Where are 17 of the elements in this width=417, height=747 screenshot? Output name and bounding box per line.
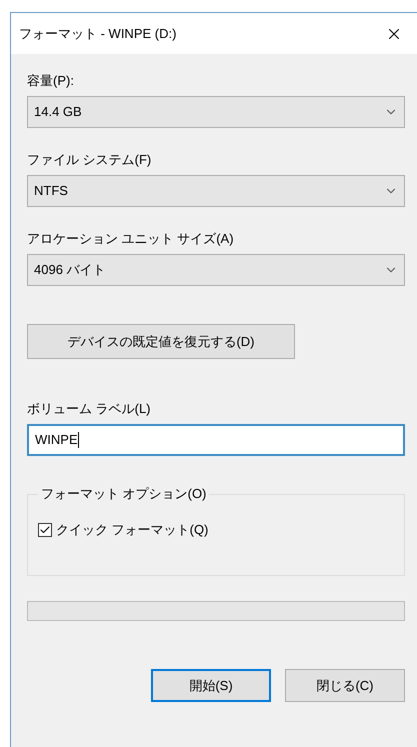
dialog-button[interactable]: 閉じる(C) <box>285 669 405 702</box>
field-label: アロケーション ユニット サイズ(A) <box>27 230 234 248</box>
restore-defaults-button[interactable]: デバイスの既定値を復元する(D) <box>27 324 295 359</box>
field-label: ファイル システム(F) <box>27 151 152 170</box>
volume-label-field[interactable]: WINPE <box>27 424 405 456</box>
text-caret <box>78 432 79 448</box>
dropdown[interactable]: NTFS <box>27 175 405 207</box>
dropdown[interactable]: 4096 バイト <box>27 254 405 286</box>
field-label: 容量(P): <box>27 72 74 90</box>
window-title: フォーマット - WINPE (D:) <box>19 24 176 43</box>
field-label: ボリューム ラベル(L) <box>27 400 150 418</box>
check-icon <box>39 524 51 536</box>
checkbox-label: クイック フォーマット(Q) <box>56 521 208 539</box>
dialog-button[interactable]: 開始(S) <box>151 669 271 702</box>
group-title: フォーマット オプション(O) <box>41 486 206 501</box>
checkbox[interactable] <box>38 522 52 537</box>
dropdown[interactable]: 14.4 GB <box>27 96 405 128</box>
